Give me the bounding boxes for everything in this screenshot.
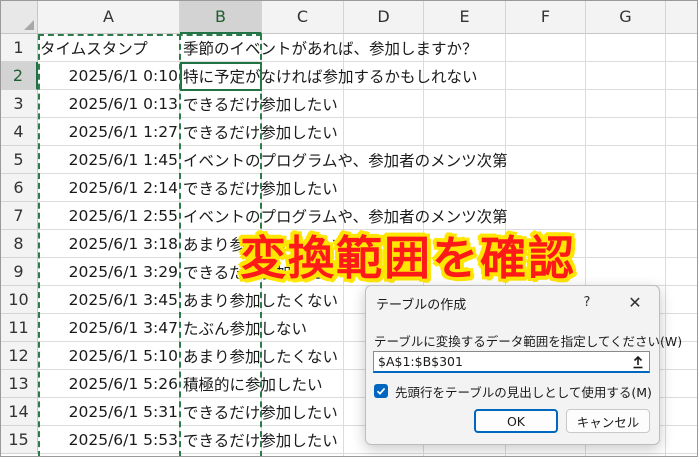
row-header-7[interactable]: 7 bbox=[0, 202, 38, 230]
column-header-c[interactable]: C bbox=[262, 0, 344, 34]
row-header-9[interactable]: 9 bbox=[0, 258, 38, 286]
cell-a4[interactable]: 2025/6/1 1:27 bbox=[38, 118, 180, 146]
column-header-b[interactable]: B bbox=[180, 0, 262, 34]
cell-b12[interactable]: あまり参加したくない bbox=[180, 342, 338, 370]
close-icon: ✕ bbox=[628, 292, 642, 312]
cell-b3[interactable]: できるだけ参加したい bbox=[180, 90, 338, 118]
row-header-8[interactable]: 8 bbox=[0, 230, 38, 258]
cell-a2[interactable]: 2025/6/1 0:10 bbox=[38, 62, 180, 90]
cell-a15[interactable]: 2025/6/1 5:53 bbox=[38, 426, 180, 454]
cell-a5[interactable]: 2025/6/1 1:45 bbox=[38, 146, 180, 174]
gridline-vertical bbox=[665, 34, 666, 457]
header-row-checkbox[interactable] bbox=[374, 384, 388, 398]
cell-a6[interactable]: 2025/6/1 2:14 bbox=[38, 174, 180, 202]
active-cell-B2[interactable] bbox=[180, 62, 262, 91]
column-header-a[interactable]: A bbox=[38, 0, 180, 34]
cell-b4[interactable]: できるだけ参加したい bbox=[180, 118, 338, 146]
excel-window: ABCDEFG 1 2 3 4 5 6 7 8 9 10 11 12 13 14 15 タイムスタンプ 季節の… bbox=[0, 0, 698, 457]
row-header-2[interactable]: 2 bbox=[0, 62, 38, 90]
range-label: テーブルに変換するデータ範囲を指定してください(W) bbox=[374, 334, 683, 349]
cell-b13[interactable]: 積極的に参加したい bbox=[180, 370, 323, 398]
dialog-title: テーブルの作成 bbox=[376, 298, 467, 313]
row-header-5[interactable]: 5 bbox=[0, 146, 38, 174]
row-header-12[interactable]: 12 bbox=[0, 342, 38, 370]
cell-a13[interactable]: 2025/6/1 5:26 bbox=[38, 370, 180, 398]
cell-a9[interactable]: 2025/6/1 3:29 bbox=[38, 258, 180, 286]
upload-arrow-icon bbox=[633, 355, 643, 368]
collapse-dialog-button[interactable] bbox=[628, 353, 648, 371]
row-header-14[interactable]: 14 bbox=[0, 398, 38, 426]
annotation-caption: 変換範囲を確認 bbox=[240, 231, 576, 285]
create-table-dialog: テーブルの作成 ? ✕ テーブルに変換するデータ範囲を指定してください(W) 先… bbox=[365, 285, 682, 445]
cell-b15[interactable]: できるだけ参加したい bbox=[180, 426, 338, 454]
row-header-15[interactable]: 15 bbox=[0, 426, 38, 454]
range-input[interactable] bbox=[373, 351, 650, 373]
cell-a10[interactable]: 2025/6/1 3:45 bbox=[38, 286, 180, 314]
cell-b6[interactable]: できるだけ参加したい bbox=[180, 174, 338, 202]
cell-a8[interactable]: 2025/6/1 3:18 bbox=[38, 230, 180, 258]
header-row-checkbox-label[interactable]: 先頭行をテーブルの見出しとして使用する(M) bbox=[395, 382, 652, 401]
row-header-11[interactable]: 11 bbox=[0, 314, 38, 342]
ok-button[interactable]: OK bbox=[474, 409, 558, 433]
cell-b11[interactable]: たぶん参加しない bbox=[180, 314, 307, 342]
close-button[interactable]: ✕ bbox=[624, 291, 646, 313]
select-all-corner[interactable] bbox=[0, 0, 38, 34]
cell-a3[interactable]: 2025/6/1 0:13 bbox=[38, 90, 180, 118]
column-header-overflow bbox=[666, 0, 698, 34]
cell-a12[interactable]: 2025/6/1 5:10 bbox=[38, 342, 180, 370]
column-header-e[interactable]: E bbox=[424, 0, 506, 34]
cell-a11[interactable]: 2025/6/1 3:47 bbox=[38, 314, 180, 342]
cell-b14[interactable]: できるだけ参加したい bbox=[180, 398, 338, 426]
row-header-13[interactable]: 13 bbox=[0, 370, 38, 398]
column-header-f[interactable]: F bbox=[506, 0, 586, 34]
column-header-d[interactable]: D bbox=[344, 0, 424, 34]
column-header-g[interactable]: G bbox=[586, 0, 666, 34]
cancel-button[interactable]: キャンセル bbox=[566, 409, 650, 433]
row-header-1[interactable]: 1 bbox=[0, 34, 38, 62]
checkmark-icon bbox=[376, 387, 386, 395]
cell-a7[interactable]: 2025/6/1 2:55 bbox=[38, 202, 180, 230]
row-header-6[interactable]: 6 bbox=[0, 174, 38, 202]
row-header-10[interactable]: 10 bbox=[0, 286, 38, 314]
cell-b1[interactable]: 季節のイベントがあれば、参加しますか？ bbox=[180, 34, 478, 62]
cell-a14[interactable]: 2025/6/1 5:31 bbox=[38, 398, 180, 426]
row-header-4[interactable]: 4 bbox=[0, 118, 38, 146]
cell-a1[interactable]: タイムスタンプ bbox=[38, 34, 180, 62]
help-button[interactable]: ? bbox=[576, 291, 598, 313]
row-header-3[interactable]: 3 bbox=[0, 90, 38, 118]
cell-b5[interactable]: イベントのプログラムや、参加者のメンツ次第 bbox=[180, 146, 508, 174]
cell-b10[interactable]: あまり参加したくない bbox=[180, 286, 338, 314]
